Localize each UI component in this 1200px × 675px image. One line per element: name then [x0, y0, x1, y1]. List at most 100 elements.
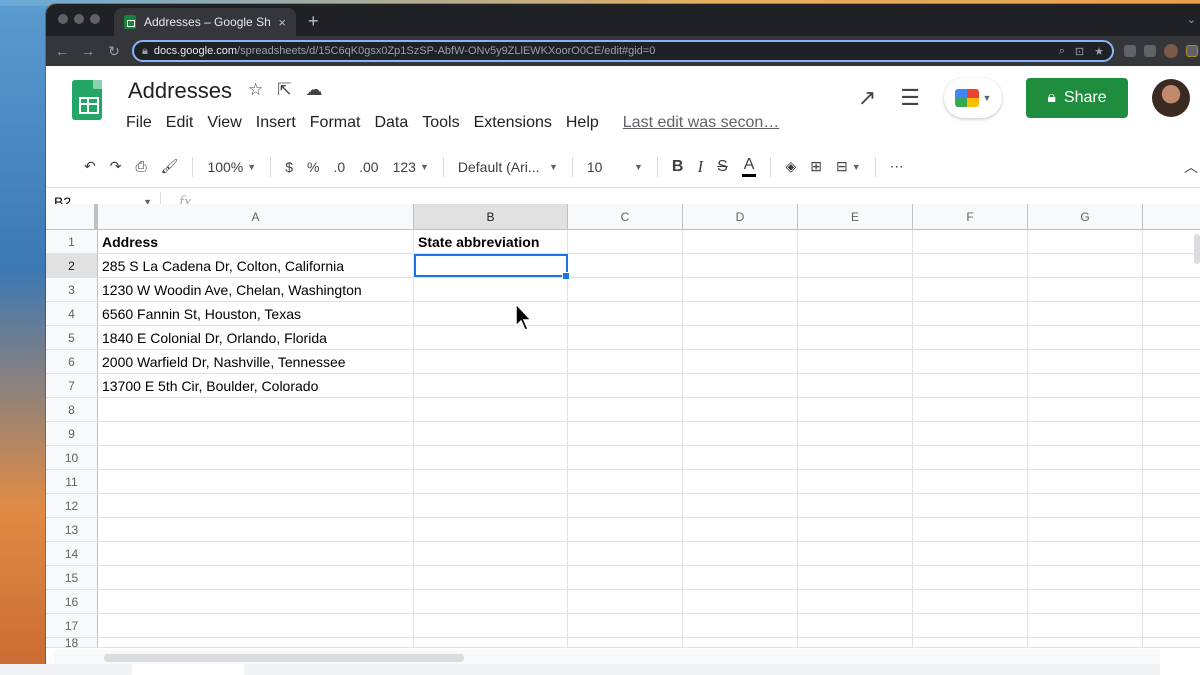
cell-h10[interactable]: [1143, 446, 1200, 469]
column-header-e[interactable]: E: [798, 204, 913, 229]
cell-a15[interactable]: [98, 566, 414, 589]
tab-search-icon[interactable]: ⌄: [1187, 13, 1196, 26]
cell-d14[interactable]: [683, 542, 798, 565]
cell-f8[interactable]: [913, 398, 1028, 421]
minimize-window-button[interactable]: [74, 14, 84, 24]
cell-f15[interactable]: [913, 566, 1028, 589]
row-header[interactable]: 10: [46, 446, 98, 469]
cell-b6[interactable]: [414, 350, 568, 373]
column-header-a[interactable]: A: [98, 204, 414, 229]
cell-b8[interactable]: [414, 398, 568, 421]
cell-h11[interactable]: [1143, 470, 1200, 493]
cell-g9[interactable]: [1028, 422, 1143, 445]
row-header[interactable]: 8: [46, 398, 98, 421]
cell-a2[interactable]: 285 S La Cadena Dr, Colton, California: [98, 254, 414, 277]
cell-g5[interactable]: [1028, 326, 1143, 349]
cell-f17[interactable]: [913, 614, 1028, 637]
cell-e3[interactable]: [798, 278, 913, 301]
redo-icon[interactable]: ↷: [110, 158, 122, 175]
merge-cells-icon[interactable]: ⊟ ▼: [836, 158, 861, 175]
cell-e12[interactable]: [798, 494, 913, 517]
cell-g2[interactable]: [1028, 254, 1143, 277]
cell-g12[interactable]: [1028, 494, 1143, 517]
cell-d9[interactable]: [683, 422, 798, 445]
cell-h16[interactable]: [1143, 590, 1200, 613]
row-header[interactable]: 18: [46, 636, 98, 650]
menu-file[interactable]: File: [126, 114, 152, 132]
cell-g7[interactable]: [1028, 374, 1143, 397]
cell-h14[interactable]: [1143, 542, 1200, 565]
cell-g6[interactable]: [1028, 350, 1143, 373]
cell-g3[interactable]: [1028, 278, 1143, 301]
last-edit-link[interactable]: Last edit was secon…: [623, 114, 780, 132]
cell-d11[interactable]: [683, 470, 798, 493]
cell-f7[interactable]: [913, 374, 1028, 397]
maximize-window-button[interactable]: [90, 14, 100, 24]
row-header[interactable]: 5: [46, 326, 98, 349]
cell-c6[interactable]: [568, 350, 683, 373]
document-title[interactable]: Addresses: [128, 78, 232, 104]
address-bar[interactable]: 🔒︎ docs.google.com/spreadsheets/d/15C6qK…: [132, 40, 1114, 62]
profile-avatar[interactable]: [1164, 44, 1178, 58]
cell-e14[interactable]: [798, 542, 913, 565]
cell-e8[interactable]: [798, 398, 913, 421]
cell-d6[interactable]: [683, 350, 798, 373]
star-icon[interactable]: ☆: [248, 80, 263, 100]
cell-h6[interactable]: [1143, 350, 1200, 373]
fill-color-icon[interactable]: ◈: [785, 158, 796, 175]
menu-format[interactable]: Format: [310, 114, 361, 132]
cell-d18[interactable]: [683, 638, 798, 647]
cell-a8[interactable]: [98, 398, 414, 421]
cell-b17[interactable]: [414, 614, 568, 637]
cell-c5[interactable]: [568, 326, 683, 349]
font-size-select[interactable]: 10 ▼: [587, 159, 643, 175]
row-header[interactable]: 14: [46, 542, 98, 565]
cell-b11[interactable]: [414, 470, 568, 493]
cell-e9[interactable]: [798, 422, 913, 445]
scrollbar-thumb[interactable]: [104, 654, 464, 662]
cell-h12[interactable]: [1143, 494, 1200, 517]
cell-f4[interactable]: [913, 302, 1028, 325]
menu-extensions[interactable]: Extensions: [474, 114, 552, 132]
paint-format-icon[interactable]: 🖌︎: [161, 158, 179, 175]
account-avatar[interactable]: [1152, 79, 1190, 117]
currency-format-button[interactable]: $: [285, 159, 293, 175]
cell-c12[interactable]: [568, 494, 683, 517]
column-header-d[interactable]: D: [683, 204, 798, 229]
cell-e10[interactable]: [798, 446, 913, 469]
cell-c3[interactable]: [568, 278, 683, 301]
column-header-f[interactable]: F: [913, 204, 1028, 229]
collapse-menus-icon[interactable]: ︿: [1184, 157, 1198, 177]
strikethrough-button[interactable]: S: [717, 158, 728, 176]
cell-c11[interactable]: [568, 470, 683, 493]
cell-c9[interactable]: [568, 422, 683, 445]
cell-g4[interactable]: [1028, 302, 1143, 325]
row-header[interactable]: 6: [46, 350, 98, 373]
cell-b1[interactable]: State abbreviation: [414, 230, 568, 253]
cell-f18[interactable]: [913, 638, 1028, 647]
cell-a7[interactable]: 13700 E 5th Cir, Boulder, Colorado: [98, 374, 414, 397]
menu-edit[interactable]: Edit: [166, 114, 194, 132]
cell-f1[interactable]: [913, 230, 1028, 253]
cell-d13[interactable]: [683, 518, 798, 541]
cell-c18[interactable]: [568, 638, 683, 647]
cell-e17[interactable]: [798, 614, 913, 637]
cell-g11[interactable]: [1028, 470, 1143, 493]
cell-b13[interactable]: [414, 518, 568, 541]
cell-a10[interactable]: [98, 446, 414, 469]
cell-d7[interactable]: [683, 374, 798, 397]
cell-h5[interactable]: [1143, 326, 1200, 349]
row-header[interactable]: 4: [46, 302, 98, 325]
cell-h13[interactable]: [1143, 518, 1200, 541]
column-header-g[interactable]: G: [1028, 204, 1143, 229]
menu-tools[interactable]: Tools: [422, 114, 459, 132]
cell-g14[interactable]: [1028, 542, 1143, 565]
cell-d16[interactable]: [683, 590, 798, 613]
cell-c14[interactable]: [568, 542, 683, 565]
new-tab-button[interactable]: +: [308, 11, 319, 32]
cell-a18[interactable]: [98, 638, 414, 647]
cell-e6[interactable]: [798, 350, 913, 373]
cell-d8[interactable]: [683, 398, 798, 421]
column-header-b[interactable]: B: [414, 204, 568, 229]
cell-d15[interactable]: [683, 566, 798, 589]
